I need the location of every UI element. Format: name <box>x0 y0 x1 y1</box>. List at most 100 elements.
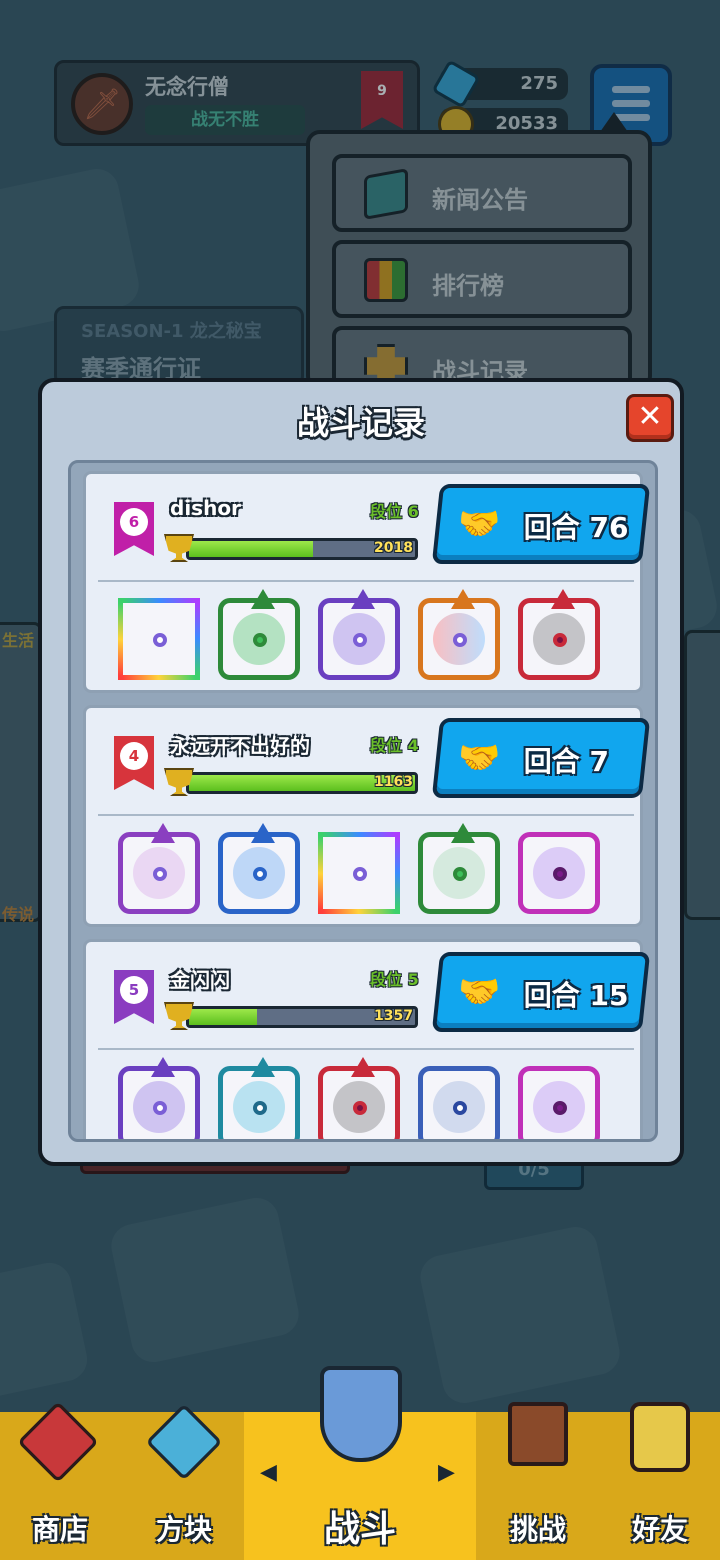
close-button[interactable]: ✕ <box>626 394 674 442</box>
die-pip <box>353 867 367 881</box>
chevron-left-icon: ◀ <box>260 1460 277 1485</box>
rank-badge-icon: 5 <box>114 970 154 1024</box>
dice-row <box>118 823 628 918</box>
die-pip <box>253 633 267 647</box>
dragon-horn <box>251 823 275 843</box>
trophy-bar-fill <box>189 1009 257 1025</box>
die-pip <box>153 867 167 881</box>
nav-label: 好友 <box>631 1513 688 1546</box>
nav-dice[interactable]: 方块 <box>124 1403 244 1560</box>
purple-dragon-arrow-die-icon[interactable] <box>318 589 400 680</box>
rainbow-mirror-die-icon[interactable] <box>318 832 400 914</box>
challenge-sign-icon <box>508 1402 568 1466</box>
chevron-right-icon: ▶ <box>438 1460 455 1485</box>
trophy-bar: 1357 <box>186 1006 418 1028</box>
magenta-arrow-die-icon[interactable] <box>518 1066 600 1139</box>
dragon-horn <box>251 589 275 609</box>
divider <box>98 580 634 582</box>
orange-dragon-infinity-die-icon[interactable] <box>418 589 500 680</box>
tier-label: 段位 6 <box>370 502 419 521</box>
die-pip <box>453 867 467 881</box>
green-dragon-wind-die-icon[interactable] <box>218 589 300 680</box>
dice-row <box>118 1057 628 1139</box>
die-pip <box>553 1101 567 1115</box>
handshake-icon: 🤝 <box>458 972 501 1012</box>
dragon-horn <box>151 1057 175 1077</box>
die-pip <box>153 633 167 647</box>
round-badge: 🤝 回合 15 <box>431 952 651 1032</box>
die-pip <box>553 867 567 881</box>
dragon-horn <box>251 1057 275 1077</box>
tier-label: 段位 5 <box>370 970 419 989</box>
dice-box-icon <box>145 1403 223 1481</box>
nav-battle[interactable]: ◀ ▶ 战斗 <box>244 1366 476 1560</box>
bottom-nav: 商店 方块 ◀ ▶ 战斗 挑战 好友 <box>0 1366 720 1560</box>
blue-gear-die-icon[interactable] <box>418 1066 500 1139</box>
opponent-name: 金闪闪 <box>170 968 230 992</box>
trophy-bar-fill <box>189 541 314 557</box>
modal-title: 战斗记录 <box>296 404 425 442</box>
handshake-icon: 🤝 <box>458 738 501 778</box>
trophy-value: 2018 <box>374 540 413 556</box>
rank-number: 5 <box>120 976 148 1004</box>
trophy-bar: 1163 <box>186 772 418 794</box>
nav-friends[interactable]: 好友 <box>600 1402 720 1560</box>
trophy-value: 1163 <box>374 774 413 790</box>
handshake-icon: 🤝 <box>458 504 501 544</box>
rainbow-mirror-die-icon[interactable] <box>118 598 200 680</box>
die-pip <box>353 1101 367 1115</box>
dragon-horn <box>451 823 475 843</box>
rank-number: 4 <box>120 742 148 770</box>
green-dragon-pentagram-die-icon[interactable] <box>418 823 500 914</box>
friends-icon <box>630 1402 690 1472</box>
record-item: 5 金闪闪 段位 5 1357 🤝 回合 15 <box>83 939 651 1139</box>
red-dragon-vortex-die-icon[interactable] <box>318 1057 400 1139</box>
rank-number: 6 <box>120 508 148 536</box>
dragon-horn <box>351 1057 375 1077</box>
opponent-name: dishor <box>170 496 241 520</box>
rank-badge-icon: 4 <box>114 736 154 790</box>
round-badge: 🤝 回合 7 <box>431 718 651 798</box>
die-pip <box>453 633 467 647</box>
record-item: 6 dishor 段位 6 2018 🤝 回合 76 <box>83 471 651 693</box>
nav-label: 挑战 <box>509 1513 566 1546</box>
teal-dragon-swirl-die-icon[interactable] <box>218 1057 300 1139</box>
record-list[interactable]: 6 dishor 段位 6 2018 🤝 回合 76 4 永远开不出好的 段位 … <box>68 460 658 1142</box>
nav-shop[interactable]: 商店 <box>0 1401 120 1560</box>
opponent-name: 永远开不出好的 <box>170 734 310 758</box>
shop-icon <box>17 1401 99 1483</box>
dragon-horn <box>551 589 575 609</box>
red-dragon-vortex-die-icon[interactable] <box>518 589 600 680</box>
die-pip <box>453 1101 467 1115</box>
record-item: 4 永远开不出好的 段位 4 1163 🤝 回合 7 <box>83 705 651 927</box>
magenta-arrow-die-icon[interactable] <box>518 832 600 914</box>
round-label: 回合 15 <box>523 979 629 1012</box>
battle-shield-icon <box>320 1366 402 1462</box>
round-label: 回合 7 <box>523 745 610 778</box>
purple-dragon-arrow-die-icon[interactable] <box>118 1057 200 1139</box>
round-label: 回合 76 <box>523 511 629 544</box>
nav-label: 商店 <box>31 1513 88 1546</box>
tier-label: 段位 4 <box>370 736 419 755</box>
dragon-horn <box>151 823 175 843</box>
die-pip <box>253 867 267 881</box>
trophy-value: 1357 <box>374 1008 413 1024</box>
blue-dragon-moon-die-icon[interactable] <box>218 823 300 914</box>
purple-dragon-combo-die-icon[interactable] <box>118 823 200 914</box>
divider <box>98 1048 634 1050</box>
round-badge: 🤝 回合 76 <box>431 484 651 564</box>
battle-record-modal: 战斗记录 ✕ 6 dishor 段位 6 2018 🤝 回合 76 4 永远开不… <box>38 378 684 1166</box>
dice-row <box>118 589 628 684</box>
die-pip <box>253 1101 267 1115</box>
nav-label: 方块 <box>155 1513 212 1546</box>
trophy-bar: 2018 <box>186 538 418 560</box>
die-pip <box>153 1101 167 1115</box>
nav-label: 战斗 <box>323 1509 396 1550</box>
dragon-horn <box>351 589 375 609</box>
die-pip <box>553 633 567 647</box>
divider <box>98 814 634 816</box>
rank-badge-icon: 6 <box>114 502 154 556</box>
dragon-horn <box>451 589 475 609</box>
nav-challenge[interactable]: 挑战 <box>478 1402 598 1560</box>
die-pip <box>353 633 367 647</box>
